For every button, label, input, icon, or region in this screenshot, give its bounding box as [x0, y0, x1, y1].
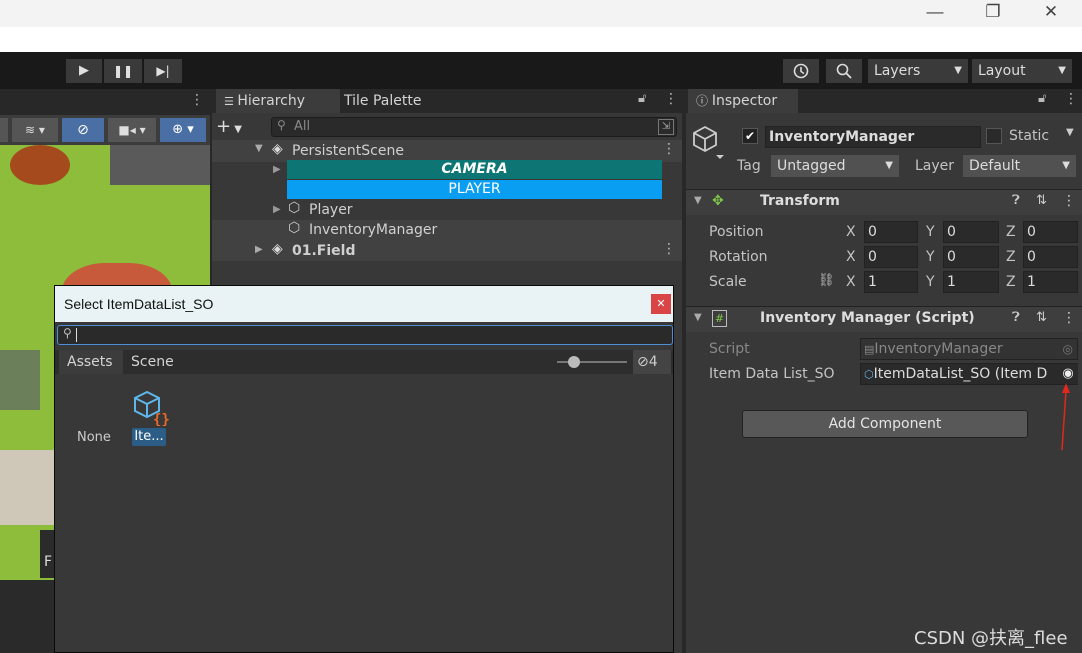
watermark: CSDN @扶离_flee [914, 628, 1068, 649]
zoom-slider-handle[interactable] [568, 356, 580, 368]
svg-text:{}: {} [153, 412, 170, 426]
hidden-packages-toggle[interactable]: ⊘4 [633, 350, 671, 374]
select-object-dialog: Select ItemDataList_SO ✕ ⚲ Assets Scene … [54, 285, 674, 653]
text-cursor [76, 328, 77, 342]
scriptable-object-icon[interactable]: {} [133, 390, 171, 426]
eye-hidden-icon: ⊘ [637, 354, 649, 370]
dialog-titlebar[interactable]: Select ItemDataList_SO [55, 286, 673, 322]
annotation-arrow-right [1061, 389, 1067, 451]
none-option[interactable]: None [77, 430, 111, 445]
search-icon: ⚲ [63, 326, 72, 340]
dialog-title: Select ItemDataList_SO [64, 296, 214, 312]
dialog-search-input[interactable]: ⚲ [57, 325, 673, 345]
dialog-close-button[interactable]: ✕ [651, 294, 671, 314]
asset-item-label[interactable]: Ite... [132, 428, 166, 446]
tab-scene[interactable]: Scene [123, 350, 187, 374]
hidden-count: 4 [648, 354, 658, 370]
tab-assets[interactable]: Assets [59, 350, 123, 374]
arrow-head-icon [1062, 383, 1070, 393]
dialog-tabbar: Assets Scene ⊘4 [55, 350, 673, 374]
